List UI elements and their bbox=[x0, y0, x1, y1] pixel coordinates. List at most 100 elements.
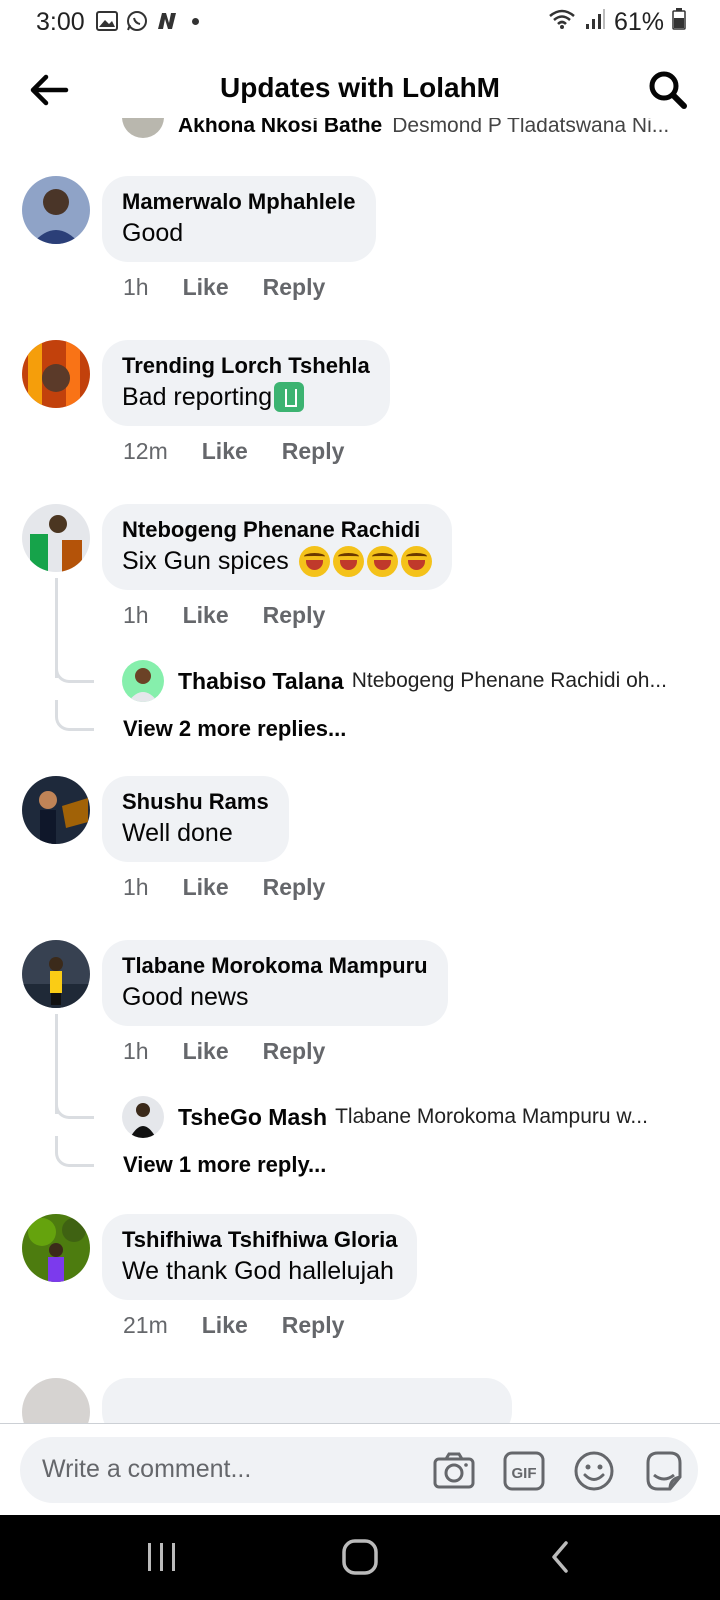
comment-time: 1h bbox=[123, 274, 149, 300]
like-button[interactable]: Like bbox=[183, 874, 229, 901]
emoji-icon[interactable] bbox=[572, 1449, 616, 1493]
avatar[interactable] bbox=[22, 504, 90, 572]
comment-bubble[interactable]: Shushu Rams Well done bbox=[102, 776, 289, 862]
reply-text: Desmond P Tladatswana Ni... bbox=[392, 118, 670, 137]
thread-connector bbox=[55, 1136, 94, 1167]
comment-text: Bad reporting bbox=[122, 383, 273, 411]
like-button[interactable]: Like bbox=[183, 1038, 229, 1065]
avatar bbox=[122, 1096, 164, 1138]
comment-time: 12m bbox=[123, 438, 168, 464]
reply-text: Tlabane Morokoma Mampuru w... bbox=[335, 1105, 648, 1128]
comments-feed[interactable]: Akhona Nkosi Bathe Desmond P Tladatswana … bbox=[0, 118, 720, 1423]
view-more-replies-link[interactable]: View 1 more reply... bbox=[123, 1152, 326, 1178]
comment-bubble[interactable]: Mamerwalo Mphahlele Good bbox=[102, 176, 376, 262]
comment-time: 1h bbox=[123, 1038, 149, 1064]
comment-bubble[interactable]: Ntebogeng Phenane Rachidi Six Gun spices bbox=[102, 504, 452, 590]
reply-author[interactable]: Thabiso Talana bbox=[178, 668, 344, 695]
avatar bbox=[122, 118, 164, 138]
comment-bubble[interactable]: Trending Lorch Tshehla Bad reporting bbox=[102, 340, 390, 426]
n-app-icon bbox=[156, 10, 178, 32]
avatar[interactable] bbox=[22, 940, 90, 1008]
comment-author[interactable]: Shushu Rams bbox=[122, 788, 269, 816]
tears-of-joy-emoji-icon bbox=[400, 545, 432, 577]
comment-author[interactable]: Ntebogeng Phenane Rachidi bbox=[122, 516, 432, 544]
comment-text: Good bbox=[122, 219, 184, 247]
avatar[interactable] bbox=[22, 1214, 90, 1282]
status-system-icons: 61% bbox=[548, 8, 686, 37]
like-button[interactable]: Like bbox=[183, 602, 229, 629]
reply-author: Akhona Nkosi Bathe bbox=[178, 118, 383, 137]
reply-button[interactable]: Reply bbox=[263, 274, 326, 301]
system-navigation-bar bbox=[0, 1515, 720, 1600]
status-time: 3:00 bbox=[36, 8, 85, 36]
thread-connector bbox=[55, 1090, 94, 1119]
comment-text: Six Gun spices bbox=[122, 547, 289, 575]
search-icon[interactable] bbox=[646, 68, 690, 112]
page-title: Updates with LolahM bbox=[220, 72, 500, 103]
comment-actions: 21m Like Reply bbox=[123, 1312, 344, 1339]
view-more-replies-link[interactable]: View 2 more replies... bbox=[123, 716, 346, 742]
signal-icon bbox=[584, 8, 606, 37]
comment-author[interactable]: Trending Lorch Tshehla bbox=[122, 352, 370, 380]
thread-connector bbox=[55, 700, 94, 731]
reply-button[interactable]: Reply bbox=[282, 438, 345, 465]
thread-connector bbox=[55, 654, 94, 683]
comment-text-row: Bad reporting bbox=[122, 380, 370, 414]
reply-button[interactable]: Reply bbox=[263, 602, 326, 629]
comment-text-row: Six Gun spices bbox=[122, 544, 432, 578]
like-button[interactable]: Like bbox=[202, 1312, 248, 1339]
gallery-icon bbox=[96, 10, 118, 32]
battery-percent: 61% bbox=[613, 8, 664, 36]
partial-reply-preview[interactable]: Akhona Nkosi Bathe Desmond P Tladatswana … bbox=[0, 118, 720, 150]
reply-preview[interactable]: TsheGo Mash Tlabane Morokoma Mampuru w..… bbox=[122, 1096, 648, 1138]
tears-of-joy-emoji-icon bbox=[366, 545, 398, 577]
tears-of-joy-emoji-icon bbox=[298, 545, 330, 577]
reply-button[interactable]: Reply bbox=[282, 1312, 345, 1339]
comment-author[interactable]: Mamerwalo Mphahlele bbox=[122, 188, 356, 216]
comment-input-box[interactable]: Write a comment... GIF bbox=[20, 1437, 698, 1503]
reply-button[interactable]: Reply bbox=[263, 874, 326, 901]
comment-actions: 1h Like Reply bbox=[123, 602, 325, 629]
reply-preview[interactable]: Thabiso Talana Ntebogeng Phenane Rachidi… bbox=[122, 660, 667, 702]
comment-text: We thank God hallelujah bbox=[122, 1257, 394, 1285]
wifi-icon bbox=[548, 8, 576, 37]
avatar[interactable] bbox=[22, 776, 90, 844]
reply-text: Ntebogeng Phenane Rachidi oh... bbox=[351, 669, 667, 692]
home-icon[interactable] bbox=[338, 1537, 382, 1577]
comment-time: 21m bbox=[123, 1312, 168, 1338]
tears-of-joy-emoji-icon bbox=[332, 545, 364, 577]
comment-actions: 1h Like Reply bbox=[123, 874, 325, 901]
status-notification-icons bbox=[96, 10, 199, 32]
comment-composer: Write a comment... GIF bbox=[0, 1423, 720, 1516]
avatar[interactable] bbox=[22, 340, 90, 408]
avatar[interactable] bbox=[22, 1378, 90, 1423]
more-notifications-dot bbox=[192, 17, 199, 25]
camera-icon[interactable] bbox=[432, 1449, 476, 1493]
comment-author[interactable]: Tlabane Morokoma Mampuru bbox=[122, 952, 428, 980]
comment-actions: 12m Like Reply bbox=[123, 438, 344, 465]
comment-text: Well done bbox=[122, 819, 233, 847]
comment-author[interactable]: Tshifhiwa Tshifhiwa Gloria bbox=[122, 1226, 397, 1254]
like-button[interactable]: Like bbox=[183, 274, 229, 301]
back-icon[interactable] bbox=[540, 1537, 584, 1577]
reply-button[interactable]: Reply bbox=[263, 1038, 326, 1065]
comment-text: Good news bbox=[122, 983, 249, 1011]
comment-input[interactable]: Write a comment... bbox=[42, 1455, 251, 1484]
comment-actions: 1h Like Reply bbox=[123, 1038, 325, 1065]
avatar[interactable] bbox=[22, 176, 90, 244]
comment-actions: 1h Like Reply bbox=[123, 274, 325, 301]
avatar bbox=[122, 660, 164, 702]
litter-in-bin-emoji-icon bbox=[274, 382, 305, 412]
like-button[interactable]: Like bbox=[202, 438, 248, 465]
battery-icon bbox=[672, 8, 686, 37]
comment-time: 1h bbox=[123, 874, 149, 900]
sticker-icon[interactable] bbox=[642, 1449, 686, 1493]
comment-bubble[interactable]: Tlabane Morokoma Mampuru Good news bbox=[102, 940, 448, 1026]
whatsapp-icon bbox=[126, 10, 148, 32]
comment-bubble[interactable] bbox=[102, 1378, 512, 1423]
gif-icon[interactable]: GIF bbox=[502, 1449, 546, 1493]
composer-icons: GIF bbox=[432, 1449, 686, 1493]
recents-icon[interactable] bbox=[140, 1537, 184, 1577]
reply-author[interactable]: TsheGo Mash bbox=[178, 1104, 327, 1131]
comment-bubble[interactable]: Tshifhiwa Tshifhiwa Gloria We thank God … bbox=[102, 1214, 418, 1300]
